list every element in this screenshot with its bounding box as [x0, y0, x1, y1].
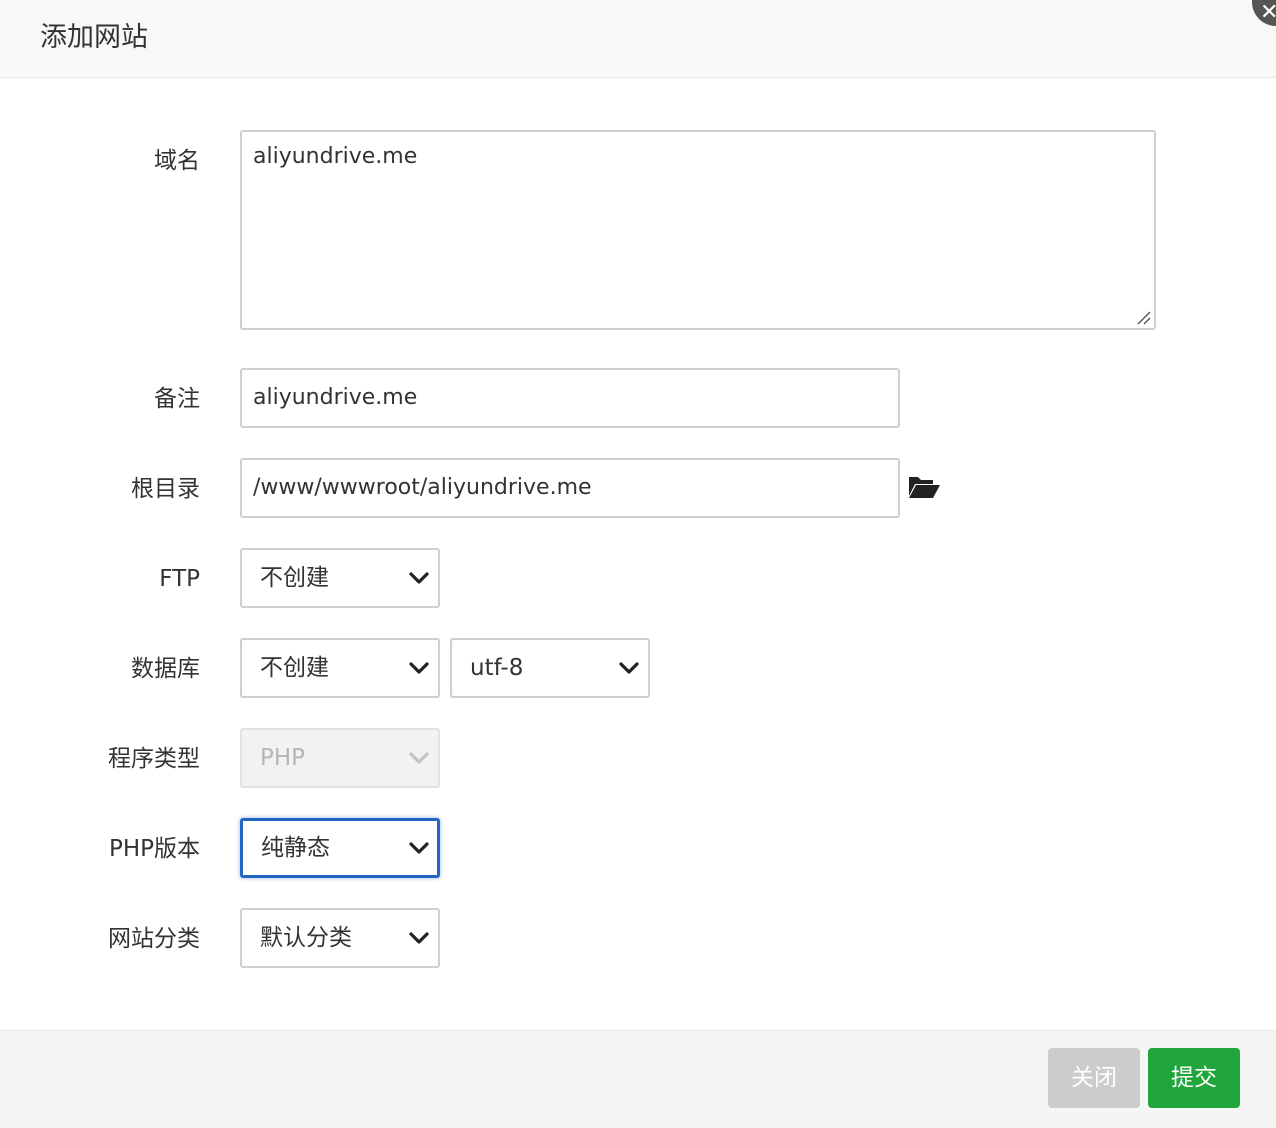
- chevron-down-icon: [409, 662, 429, 674]
- php-version-selected-value: 纯静态: [261, 835, 330, 861]
- database-charset-value: utf-8: [470, 655, 524, 681]
- ftp-select[interactable]: 不创建: [240, 548, 440, 608]
- submit-button[interactable]: 提交: [1148, 1048, 1240, 1108]
- root-dir-value: /www/wwwroot/aliyundrive.me: [253, 475, 592, 500]
- dialog-header: 添加网站: [0, 0, 1276, 78]
- database-label: 数据库: [131, 656, 200, 682]
- chevron-down-icon: [409, 572, 429, 584]
- root-dir-label: 根目录: [131, 476, 200, 502]
- close-button[interactable]: 关闭: [1048, 1048, 1140, 1108]
- remark-input[interactable]: aliyundrive.me: [240, 368, 900, 428]
- database-selected-value: 不创建: [260, 655, 329, 681]
- program-type-label: 程序类型: [108, 746, 200, 772]
- site-category-label: 网站分类: [108, 926, 200, 952]
- php-version-select[interactable]: 纯静态: [240, 818, 440, 878]
- ftp-label: FTP: [159, 566, 200, 592]
- database-charset-select[interactable]: utf-8: [450, 638, 650, 698]
- site-category-select[interactable]: 默认分类: [240, 908, 440, 968]
- root-dir-input[interactable]: /www/wwwroot/aliyundrive.me: [240, 458, 900, 518]
- chevron-down-icon: [409, 842, 429, 854]
- ftp-selected-value: 不创建: [260, 565, 329, 591]
- program-type-selected-value: PHP: [260, 745, 306, 771]
- domain-value: aliyundrive.me: [253, 144, 418, 169]
- folder-open-icon[interactable]: [907, 474, 941, 500]
- resize-handle-icon[interactable]: [1134, 308, 1152, 326]
- chevron-down-icon: [619, 662, 639, 674]
- chevron-down-icon: [409, 752, 429, 764]
- remark-value: aliyundrive.me: [253, 385, 418, 410]
- chevron-down-icon: [409, 932, 429, 944]
- domain-label: 域名: [154, 148, 200, 174]
- site-category-selected-value: 默认分类: [260, 925, 352, 951]
- php-version-label: PHP版本: [108, 836, 200, 862]
- remark-label: 备注: [154, 386, 200, 412]
- domain-textarea[interactable]: aliyundrive.me: [240, 130, 1156, 330]
- database-select[interactable]: 不创建: [240, 638, 440, 698]
- dialog-title: 添加网站: [40, 22, 148, 53]
- program-type-select: PHP: [240, 728, 440, 788]
